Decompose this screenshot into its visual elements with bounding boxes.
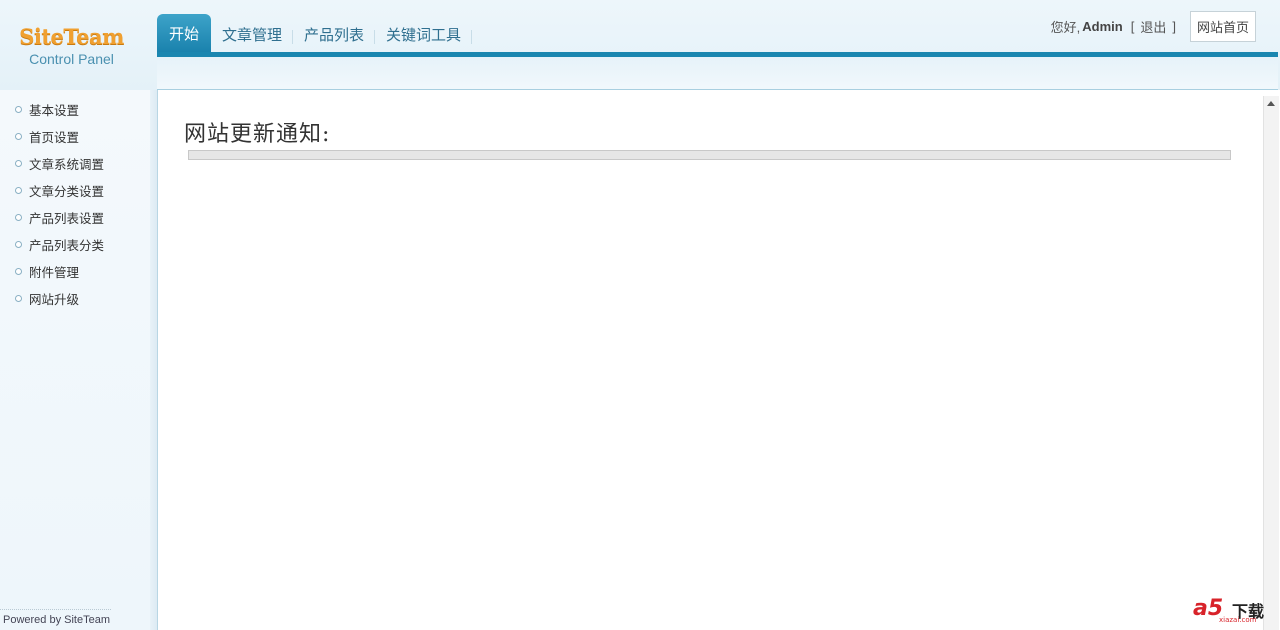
sidebar-item-site-upgrade[interactable]: 网站升级 — [0, 289, 104, 316]
logo[interactable]: SiteTeam — [0, 24, 143, 49]
scroll-up-icon[interactable] — [1267, 101, 1275, 106]
vertical-scrollbar[interactable] — [1263, 96, 1279, 630]
bullet-icon — [15, 241, 22, 248]
bracket-open: [ — [1130, 18, 1135, 34]
watermark-logo: a5 下载 xiazai.com — [1193, 596, 1271, 626]
tab-keyword-tools[interactable]: 关键词工具 — [375, 14, 473, 52]
sidebar-item-home-settings[interactable]: 首页设置 — [0, 127, 104, 154]
sidebar-item-label: 首页设置 — [29, 130, 80, 145]
username: Admin — [1082, 18, 1123, 34]
sidebar-item-product-categories[interactable]: 产品列表分类 — [0, 235, 104, 262]
sidebar-item-basic-settings[interactable]: 基本设置 — [0, 100, 104, 127]
notice-panel — [188, 150, 1231, 160]
sidebar-item-label: 网站升级 — [29, 292, 80, 307]
sidebar-item-label: 产品列表设置 — [29, 211, 105, 226]
logo-subtitle: Control Panel — [29, 51, 114, 67]
watermark-url: xiazai.com — [1219, 616, 1257, 624]
sidebar-splitter[interactable] — [150, 90, 157, 630]
site-home-button[interactable]: 网站首页 — [1189, 10, 1256, 42]
sidebar-menu: 基本设置 首页设置 文章系统调置 文章分类设置 产品列表设置 产品列表分类 附件… — [0, 100, 104, 316]
bullet-icon — [15, 268, 22, 275]
user-area: 您好, Admin [ 退出 ] 网站首页 — [1050, 10, 1256, 42]
greeting: 您好, — [1050, 19, 1081, 35]
sidebar-item-label: 文章系统调置 — [29, 157, 105, 172]
tab-articles[interactable]: 文章管理 — [211, 14, 294, 52]
sidebar-item-article-categories[interactable]: 文章分类设置 — [0, 181, 104, 208]
logo-area[interactable]: SiteTeam Control Panel — [0, 0, 152, 90]
sidebar-item-label: 附件管理 — [29, 265, 80, 280]
bullet-icon — [15, 214, 22, 221]
page-title: 网站更新通知: — [184, 122, 331, 147]
tab-products[interactable]: 产品列表 — [293, 14, 376, 52]
bullet-icon — [15, 106, 22, 113]
bracket-close: ] — [1172, 18, 1176, 34]
main-nav: 开始 文章管理 产品列表 关键词工具 — [157, 14, 473, 52]
sidebar-item-attachments[interactable]: 附件管理 — [0, 262, 104, 289]
sidebar: 基本设置 首页设置 文章系统调置 文章分类设置 产品列表设置 产品列表分类 附件… — [0, 90, 152, 630]
sidebar-item-product-list-settings[interactable]: 产品列表设置 — [0, 208, 104, 235]
sidebar-item-label: 文章分类设置 — [29, 184, 105, 199]
logout-link[interactable]: 退出 — [1140, 17, 1166, 36]
bullet-icon — [15, 133, 22, 140]
bullet-icon — [15, 187, 22, 194]
bullet-icon — [15, 160, 22, 167]
powered-by[interactable]: Powered by SiteTeam — [0, 609, 111, 626]
bullet-icon — [15, 295, 22, 302]
main-content: 网站更新通知: — [157, 90, 1264, 630]
sidebar-item-article-system[interactable]: 文章系统调置 — [0, 154, 104, 181]
sidebar-item-label: 基本设置 — [29, 103, 80, 118]
sub-nav-bar — [157, 57, 1278, 90]
tab-start[interactable]: 开始 — [157, 14, 212, 52]
sidebar-item-label: 产品列表分类 — [29, 238, 105, 253]
